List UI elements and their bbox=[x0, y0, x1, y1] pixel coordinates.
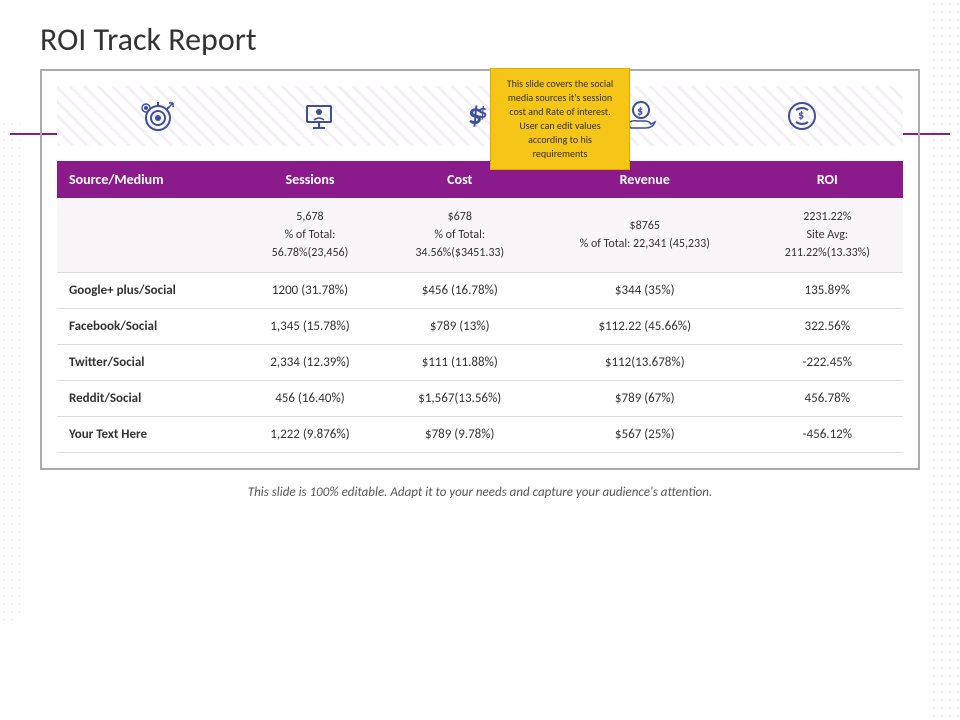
table-row: Facebook/Social1,345 (15.78%)$789 (13%)$… bbox=[57, 309, 903, 345]
cell-revenue-3: $112(13.678%) bbox=[538, 345, 752, 381]
roi-icon-wrapper: $ bbox=[777, 91, 827, 141]
cell-cost-5: $789 (9.78%) bbox=[382, 417, 538, 453]
table-header-row: Source/Medium Sessions Cost Revenue ROI bbox=[57, 161, 903, 198]
col-header-source: Source/Medium bbox=[57, 161, 238, 198]
cell-revenue-1: $344 (35%) bbox=[538, 273, 752, 309]
cell-source-1: Google+ plus/Social bbox=[57, 273, 238, 309]
cell-cost-2: $789 (13%) bbox=[382, 309, 538, 345]
cell-cost-4: $1,567(13.56%) bbox=[382, 381, 538, 417]
col-header-sessions: Sessions bbox=[238, 161, 381, 198]
table-row: Reddit/Social456 (16.40%)$1,567(13.56%)$… bbox=[57, 381, 903, 417]
cell-sessions-0: 5,678 % of Total: 56.78%(23,456) bbox=[238, 198, 381, 273]
tooltip-text: This slide covers the social media sourc… bbox=[507, 77, 613, 160]
cell-source-4: Reddit/Social bbox=[57, 381, 238, 417]
cell-revenue-0: $8765 % of Total: 22,341 (45,233) bbox=[538, 198, 752, 273]
col-header-roi: ROI bbox=[752, 161, 903, 198]
target-icon-wrapper bbox=[133, 91, 183, 141]
cell-roi-3: -222.45% bbox=[752, 345, 903, 381]
bottom-text: This slide is 100% editable. Adapt it to… bbox=[30, 485, 930, 500]
svg-text:$: $ bbox=[798, 109, 804, 123]
cell-sessions-3: 2,334 (12.39%) bbox=[238, 345, 381, 381]
cell-revenue-4: $789 (67%) bbox=[538, 381, 752, 417]
page: ROI Track Report This slide covers the s… bbox=[0, 0, 960, 720]
svg-text:$: $ bbox=[478, 101, 487, 123]
cell-sessions-4: 456 (16.40%) bbox=[238, 381, 381, 417]
cell-roi-0: 2231.22% Site Avg: 211.22%(13.33%) bbox=[752, 198, 903, 273]
cell-roi-1: 135.89% bbox=[752, 273, 903, 309]
target-icon bbox=[138, 96, 178, 136]
cell-roi-5: -456.12% bbox=[752, 417, 903, 453]
icons-row: $ $ $ $ bbox=[57, 86, 903, 146]
cell-source-5: Your Text Here bbox=[57, 417, 238, 453]
dot-pattern-right bbox=[930, 0, 960, 720]
cell-roi-2: 322.56% bbox=[752, 309, 903, 345]
cell-source-0 bbox=[57, 198, 238, 273]
cell-sessions-5: 1,222 (9.876%) bbox=[238, 417, 381, 453]
cell-cost-0: $678 % of Total: 34.56%($3451.33) bbox=[382, 198, 538, 273]
presentation-icon bbox=[299, 96, 339, 136]
cell-revenue-5: $567 (25%) bbox=[538, 417, 752, 453]
presentation-icon-wrapper bbox=[294, 91, 344, 141]
svg-text:$: $ bbox=[637, 105, 643, 119]
cell-sessions-1: 1200 (31.78%) bbox=[238, 273, 381, 309]
table-row: Google+ plus/Social1200 (31.78%)$456 (16… bbox=[57, 273, 903, 309]
roi-icon: $ bbox=[782, 96, 822, 136]
roi-table: Source/Medium Sessions Cost Revenue ROI … bbox=[57, 161, 903, 453]
cell-source-2: Facebook/Social bbox=[57, 309, 238, 345]
dot-pattern-left bbox=[0, 120, 20, 620]
tooltip-box: This slide covers the social media sourc… bbox=[490, 68, 630, 170]
cell-sessions-2: 1,345 (15.78%) bbox=[238, 309, 381, 345]
main-container: $ $ $ $ bbox=[40, 69, 920, 470]
page-title: ROI Track Report bbox=[40, 20, 930, 59]
table-row: 5,678 % of Total: 56.78%(23,456)$678 % o… bbox=[57, 198, 903, 273]
table-row: Your Text Here1,222 (9.876%)$789 (9.78%)… bbox=[57, 417, 903, 453]
table-row: Twitter/Social2,334 (12.39%)$111 (11.88%… bbox=[57, 345, 903, 381]
cell-source-3: Twitter/Social bbox=[57, 345, 238, 381]
cell-cost-1: $456 (16.78%) bbox=[382, 273, 538, 309]
cell-revenue-2: $112.22 (45.66%) bbox=[538, 309, 752, 345]
cell-cost-3: $111 (11.88%) bbox=[382, 345, 538, 381]
cell-roi-4: 456.78% bbox=[752, 381, 903, 417]
